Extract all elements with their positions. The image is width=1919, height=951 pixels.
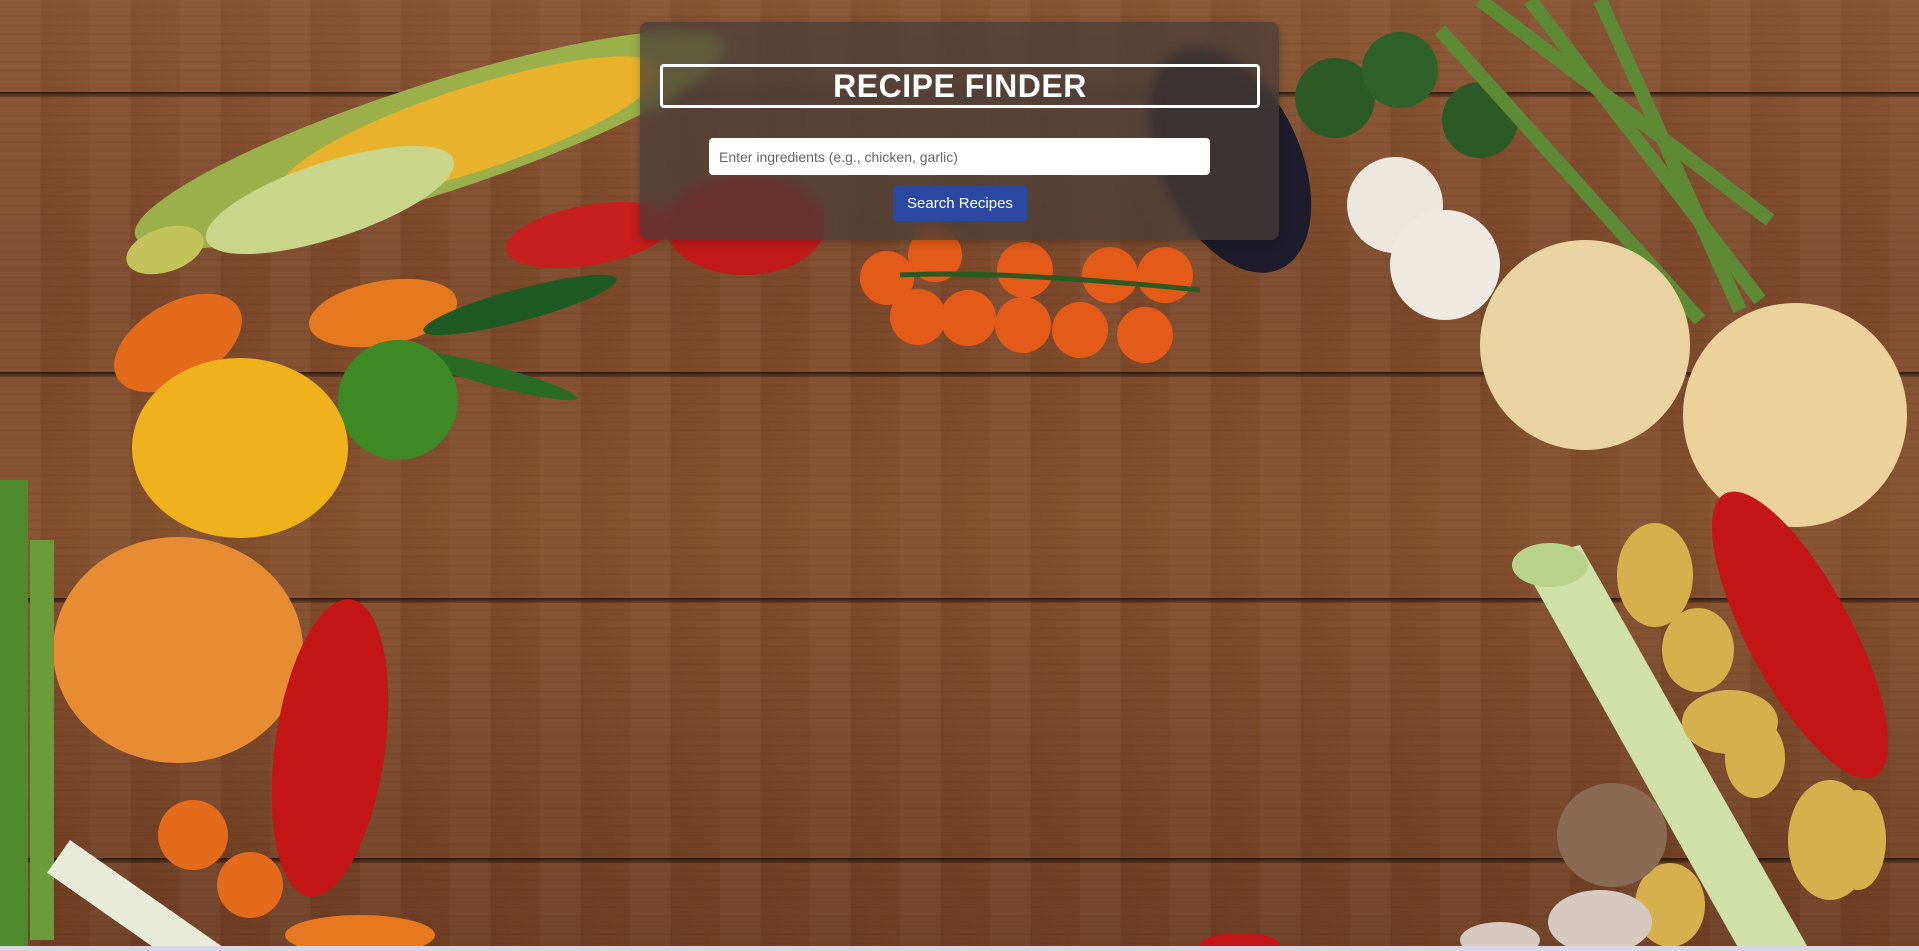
header-panel: RECIPE FINDER Search Recipes: [640, 22, 1279, 240]
pumpkin-icon: [53, 537, 303, 763]
title-box: RECIPE FINDER: [660, 64, 1260, 108]
broccoli-icon: [1295, 32, 1518, 158]
pepper-icon: [132, 358, 348, 538]
search-recipes-button[interactable]: Search Recipes: [893, 186, 1027, 221]
mushroom-icon: [1460, 783, 1667, 951]
page-title: RECIPE FINDER: [833, 67, 1087, 104]
tomato-icon: [217, 852, 283, 918]
tomato-icon: [158, 800, 228, 870]
bottom-edge: [0, 946, 1919, 951]
lime-icon: [338, 340, 458, 460]
onion-icon: [1480, 240, 1690, 450]
garlic-icon: [1347, 157, 1500, 320]
onion-icon: [1683, 303, 1907, 527]
ingredients-search-input[interactable]: [709, 138, 1210, 175]
tomato-icon: [860, 228, 1201, 363]
